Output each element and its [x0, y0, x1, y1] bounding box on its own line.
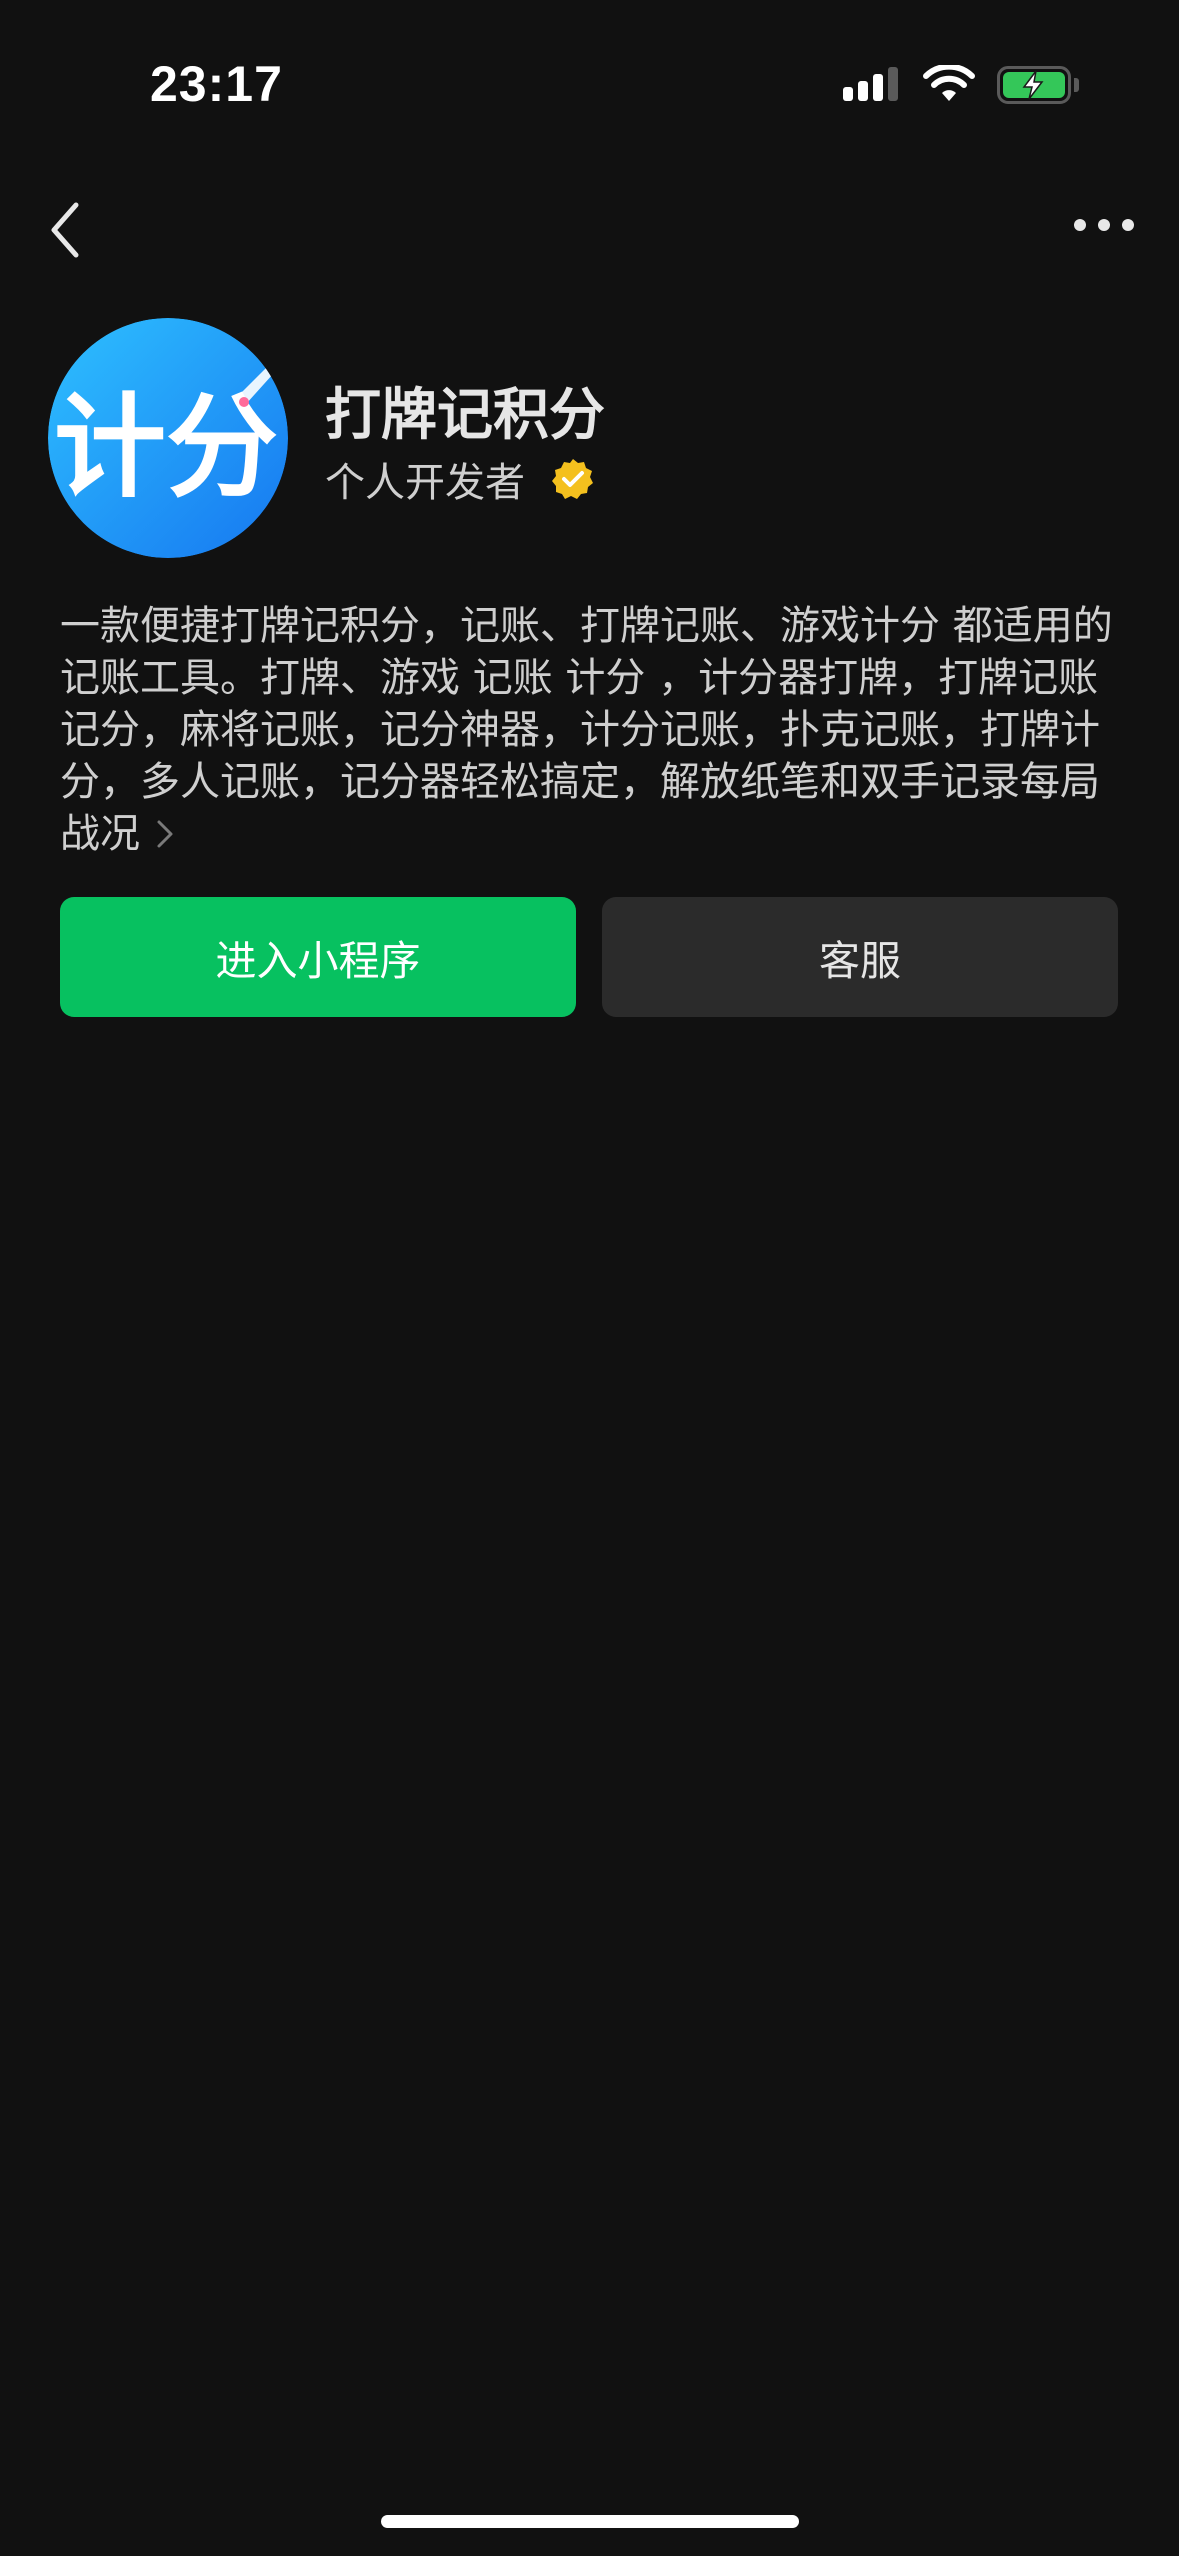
ellipsis-icon — [1074, 219, 1134, 231]
verified-badge-icon — [552, 459, 593, 499]
app-description[interactable]: 一款便捷打牌记积分，记账、打牌记账、游戏计分 都适用的 记账工具。打牌、游戏 记… — [60, 600, 1130, 862]
status-icons — [841, 60, 1079, 110]
battery-charging-icon — [997, 66, 1079, 104]
wifi-icon — [923, 65, 975, 101]
cellular-signal-icon — [843, 67, 898, 101]
customer-service-button[interactable]: 客服 — [602, 897, 1118, 1017]
home-indicator[interactable] — [381, 2515, 799, 2528]
battery-fill — [1003, 70, 1065, 100]
chevron-left-icon — [51, 202, 79, 258]
developer-row[interactable]: 个人开发者 — [325, 450, 595, 508]
description-text: 一款便捷打牌记积分，记账、打牌记账、游戏计分 都适用的 记账工具。打牌、游戏 记… — [60, 603, 1113, 857]
charging-bolt-icon — [1022, 70, 1044, 100]
app-title: 打牌记积分 — [325, 383, 605, 448]
more-button[interactable] — [1069, 200, 1139, 250]
app-logo: 计分 — [48, 318, 288, 558]
status-time: 23:17 — [150, 56, 283, 112]
chevron-right-icon — [156, 810, 174, 862]
developer-label: 个人开发者 — [325, 460, 525, 506]
enter-miniprogram-button[interactable]: 进入小程序 — [60, 897, 576, 1017]
back-button[interactable] — [40, 195, 90, 265]
